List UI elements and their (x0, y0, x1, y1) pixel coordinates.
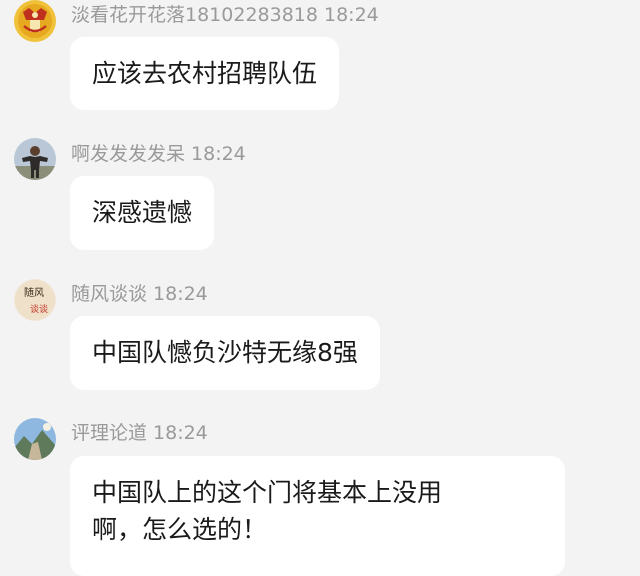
message-bubble[interactable]: 深感遗憾 (70, 176, 215, 250)
avatar-calligraphy-top: 随风 (24, 286, 44, 299)
sender-meta: 评理论道 18:24 (71, 421, 208, 445)
avatar-calligraphy-bottom: 谈谈 (30, 303, 48, 315)
message-line: 中国队上的这个门将基本上没用 (92, 478, 443, 507)
sender-name[interactable]: 啊发发发发呆 (71, 143, 185, 165)
chat-message-list[interactable]: 淡看花开花落18102283818 18:24 应该去农村招聘队伍 啊发发发发呆 1… (0, 0, 640, 576)
message-line: 啊，怎么选的！ (92, 515, 268, 544)
sender-meta: 随风谈谈 18:24 (71, 282, 208, 306)
sender-meta: 啊发发发发呆 18:24 (71, 142, 246, 166)
message-bubble[interactable]: 中国队憾负沙特无缘8强 (70, 316, 380, 390)
message-bubble[interactable]: 中国队上的这个门将基本上没用 啊，怎么选的！ (70, 456, 565, 576)
person-outdoors-avatar[interactable] (14, 138, 56, 180)
sender-name[interactable]: 评理论道 (71, 422, 147, 444)
message-time: 18:24 (153, 283, 208, 305)
message-time: 18:24 (323, 4, 379, 26)
sender-meta: 淡看花开花落18102283818 18:24 (71, 3, 379, 27)
calligraphy-avatar[interactable]: 随风 谈谈 (14, 279, 56, 321)
message-time: 18:24 (153, 422, 208, 444)
sender-name[interactable]: 淡看花开花落18102283818 (71, 4, 318, 26)
message-time: 18:24 (191, 143, 246, 165)
sender-name[interactable]: 随风谈谈 (71, 283, 147, 305)
message-bubble[interactable]: 应该去农村招聘队伍 (70, 37, 340, 110)
gold-emblem-avatar[interactable] (14, 0, 56, 42)
landscape-avatar[interactable] (14, 418, 56, 460)
